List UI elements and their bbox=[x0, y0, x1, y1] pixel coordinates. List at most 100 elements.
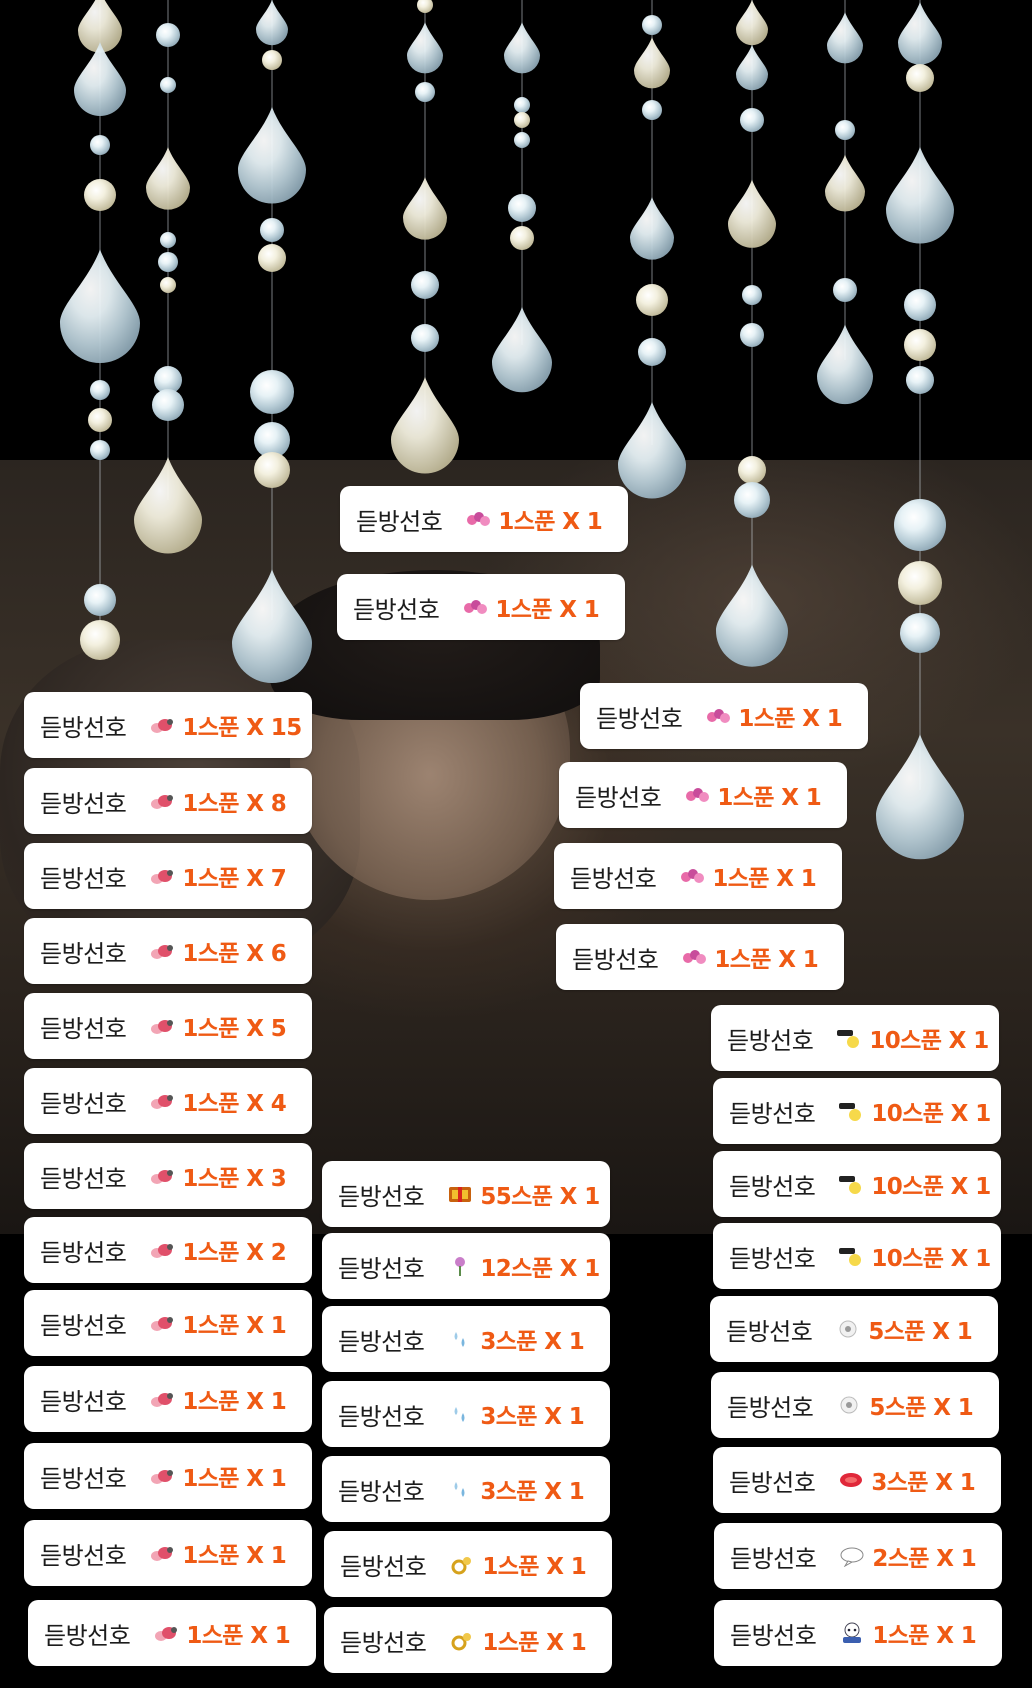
donation-badge: 듣방선호 1스푼 X 1 bbox=[28, 1600, 316, 1666]
spoon-amount: 1스푼 X 7 bbox=[182, 866, 287, 892]
pearl-bead bbox=[254, 422, 290, 458]
spoon-amount: 1스푼 X 1 bbox=[182, 1313, 287, 1339]
pearl-bead bbox=[742, 285, 762, 305]
donation-badge: 듣방선호 5스푼 X 1 bbox=[710, 1296, 998, 1362]
pearl-bead bbox=[636, 284, 668, 316]
donation-badge: 듣방선호 1스푼 X 8 bbox=[24, 768, 312, 834]
spoon-amount: 12스푼 X 1 bbox=[480, 1256, 600, 1282]
pearl-drop bbox=[78, 0, 122, 53]
donation-badge: 듣방선호 2스푼 X 1 bbox=[714, 1523, 1002, 1589]
pearl-drop bbox=[504, 22, 540, 74]
donation-badge: 듣방선호 1스푼 X 1 bbox=[24, 1443, 312, 1509]
pearl-bead bbox=[906, 366, 934, 394]
pink-flower-sticker-icon bbox=[683, 784, 711, 806]
pearl-drop bbox=[827, 12, 863, 64]
pearl-drop bbox=[886, 146, 954, 244]
donor-nickname: 듣방선호 bbox=[729, 1172, 816, 1201]
pearl-bead bbox=[260, 218, 284, 242]
pink-flower-sticker-icon bbox=[678, 865, 706, 887]
donation-badge: 듣방선호 5스푼 X 1 bbox=[711, 1372, 999, 1438]
spoon-amount: 1스푼 X 15 bbox=[182, 715, 302, 741]
donor-nickname: 듣방선호 bbox=[596, 704, 683, 733]
spoon-amount: 1스푼 X 3 bbox=[182, 1166, 287, 1192]
water-drop-sticker-icon bbox=[446, 1478, 474, 1500]
donor-nickname: 듣방선호 bbox=[338, 1402, 425, 1431]
pearl-bead bbox=[160, 232, 176, 248]
spoon-amount: 1스푼 X 1 bbox=[712, 866, 817, 892]
pearl-drop bbox=[403, 177, 447, 240]
pearl-bead bbox=[417, 0, 433, 13]
spoon-amount: 1스푼 X 1 bbox=[182, 1389, 287, 1415]
spoon-amount: 1스푼 X 1 bbox=[495, 597, 600, 623]
speech-bubble-sticker-icon bbox=[838, 1545, 866, 1568]
pearl-bead bbox=[411, 324, 439, 352]
pearl-drop bbox=[74, 42, 126, 116]
donation-badge: 듣방선호 3스푼 X 1 bbox=[322, 1456, 610, 1522]
donor-nickname: 듣방선호 bbox=[40, 1014, 127, 1043]
pearl-bead bbox=[514, 112, 530, 128]
spoon-amount: 1스푼 X 1 bbox=[182, 1543, 287, 1569]
pearl-drop bbox=[256, 0, 288, 46]
rose-sticker-icon bbox=[446, 1255, 474, 1277]
annyeong-character-sticker-icon bbox=[838, 1622, 866, 1644]
spoon-amount: 2스푼 X 1 bbox=[872, 1546, 977, 1572]
pearl-drop bbox=[728, 179, 777, 248]
pearl-drop bbox=[492, 307, 552, 393]
donation-badge: 듣방선호 10스푼 X 1 bbox=[713, 1078, 1001, 1144]
donor-nickname: 듣방선호 bbox=[340, 1552, 427, 1581]
donation-badge: 듣방선호 3스푼 X 1 bbox=[322, 1381, 610, 1447]
pink-bunny-sticker-icon bbox=[152, 1622, 180, 1644]
donor-nickname: 듣방선호 bbox=[727, 1393, 814, 1422]
pink-flower-sticker-icon bbox=[464, 508, 492, 530]
spoon-amount: 1스푼 X 6 bbox=[182, 941, 287, 967]
pink-flower-sticker-icon bbox=[704, 705, 732, 727]
spoon-amount: 55스푼 X 1 bbox=[480, 1184, 600, 1210]
white-flower-sticker-icon bbox=[834, 1318, 862, 1340]
pink-flower-sticker-icon bbox=[461, 596, 489, 618]
spoon-amount: 3스푼 X 1 bbox=[480, 1329, 585, 1355]
donation-badge: 듣방선호 1스푼 X 3 bbox=[24, 1143, 312, 1209]
pearl-bead bbox=[262, 50, 282, 70]
pink-bunny-sticker-icon bbox=[148, 865, 176, 887]
pearl-drop bbox=[825, 154, 865, 212]
donation-badge: 듣방선호 1스푼 X 1 bbox=[24, 1366, 312, 1432]
red-splash-sticker-icon bbox=[837, 1469, 865, 1491]
pearl-drop bbox=[898, 2, 942, 65]
sunglasses-face-sticker-icon bbox=[837, 1100, 865, 1122]
donation-badge: 듣방선호 1스푼 X 1 bbox=[324, 1531, 612, 1597]
spoon-amount: 1스푼 X 1 bbox=[482, 1554, 587, 1580]
sunglasses-face-sticker-icon bbox=[837, 1245, 865, 1267]
pearl-bead bbox=[514, 132, 530, 148]
donation-badge: 듣방선호 1스푼 X 6 bbox=[24, 918, 312, 984]
donation-badge: 듣방선호 3스푼 X 1 bbox=[322, 1306, 610, 1372]
pearl-bead bbox=[833, 278, 857, 302]
pearl-bead bbox=[158, 252, 178, 272]
pink-flower-sticker-icon bbox=[680, 946, 708, 968]
pearl-drop bbox=[630, 197, 674, 260]
pink-bunny-sticker-icon bbox=[148, 1165, 176, 1187]
pearl-drop bbox=[736, 44, 768, 91]
pink-bunny-sticker-icon bbox=[148, 940, 176, 962]
pearl-bead bbox=[258, 244, 286, 272]
donation-badge: 듣방선호 1스푼 X 1 bbox=[580, 683, 868, 749]
pearl-bead bbox=[160, 77, 176, 93]
pearl-bead bbox=[906, 64, 934, 92]
gold-box-sticker-icon bbox=[446, 1183, 474, 1205]
spoon-amount: 5스푼 X 1 bbox=[868, 1319, 973, 1345]
pearl-bead bbox=[415, 82, 435, 102]
pearl-drop bbox=[146, 147, 190, 210]
donor-nickname: 듣방선호 bbox=[40, 1238, 127, 1267]
spoon-amount: 1스푼 X 5 bbox=[182, 1016, 287, 1042]
donor-nickname: 듣방선호 bbox=[40, 864, 127, 893]
spoon-amount: 1스푼 X 4 bbox=[182, 1091, 287, 1117]
donation-badge: 듣방선호 10스푼 X 1 bbox=[713, 1151, 1001, 1217]
spoon-amount: 10스푼 X 1 bbox=[871, 1246, 991, 1272]
pink-bunny-sticker-icon bbox=[148, 1542, 176, 1564]
spoon-amount: 1스푼 X 1 bbox=[714, 947, 819, 973]
gold-ring-sticker-icon bbox=[448, 1553, 476, 1575]
donor-nickname: 듣방선호 bbox=[570, 864, 657, 893]
pearl-bead bbox=[740, 108, 764, 132]
pink-bunny-sticker-icon bbox=[148, 1015, 176, 1037]
donor-nickname: 듣방선호 bbox=[338, 1477, 425, 1506]
pink-bunny-sticker-icon bbox=[148, 1388, 176, 1410]
